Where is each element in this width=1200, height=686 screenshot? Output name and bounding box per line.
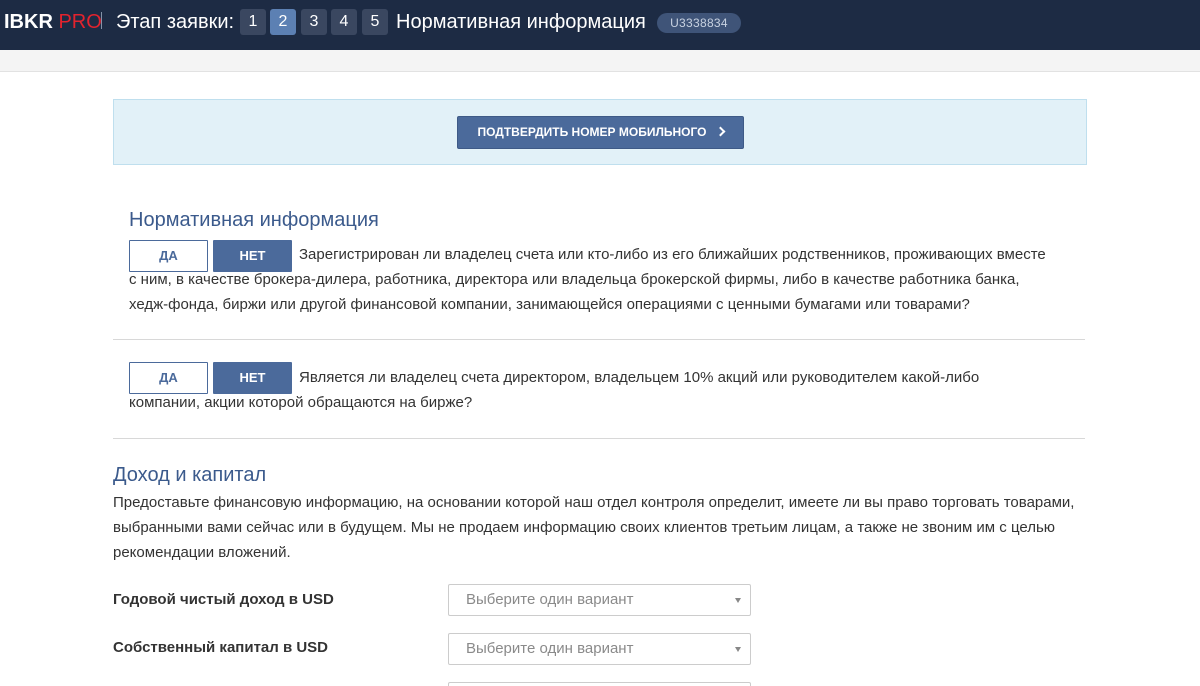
confirm-mobile-panel: ПОДТВЕРДИТЬ НОМЕР МОБИЛЬНОГО (113, 99, 1087, 165)
step-5-button[interactable]: 5 (362, 9, 388, 35)
income-section-title: Доход и капитал (113, 464, 267, 486)
dropdown-caret-icon (735, 598, 741, 603)
logo-main: IBKR (4, 11, 53, 33)
q1-question-text: Зарегистрирован ли владелец счета или кт… (129, 246, 1046, 313)
step-2-button[interactable]: 2 (270, 9, 296, 35)
net-worth-select[interactable]: Выберите один вариант (448, 633, 751, 665)
ibkr-logo[interactable]: IBKR PRO (4, 10, 102, 34)
next-field-select[interactable] (448, 682, 751, 686)
top-bar: IBKR PRO Этап заявки: 1 2 3 4 5 Норматив… (0, 0, 1200, 50)
regulatory-section-title: Нормативная информация (129, 209, 379, 231)
sub-bar (0, 50, 1200, 72)
divider (113, 438, 1085, 439)
q2-text-block: Является ли владелец счета директором, в… (129, 365, 1049, 415)
dropdown-caret-icon (735, 647, 741, 652)
divider (113, 339, 1085, 340)
account-id-badge: U3338834 (657, 13, 741, 33)
annual-income-label: Годовой чистый доход в USD (113, 591, 334, 608)
step-3-button[interactable]: 3 (301, 9, 327, 35)
annual-income-placeholder: Выберите один вариант (466, 591, 634, 608)
net-worth-placeholder: Выберите один вариант (466, 640, 634, 657)
header-separator (101, 12, 102, 29)
income-intro-text: Предоставьте финансовую информацию, на о… (113, 494, 1075, 561)
confirm-mobile-button[interactable]: ПОДТВЕРДИТЬ НОМЕР МОБИЛЬНОГО (457, 116, 744, 149)
q1-indent (129, 258, 299, 259)
logo-pro: PRO (58, 11, 102, 33)
page-title: Нормативная информация (396, 11, 646, 33)
step-4-button[interactable]: 4 (331, 9, 357, 35)
annual-income-select[interactable]: Выберите один вариант (448, 584, 751, 616)
q2-question-text: Является ли владелец счета директором, в… (129, 369, 980, 411)
q2-indent (129, 381, 299, 382)
stage-label: Этап заявки: (116, 11, 235, 33)
net-worth-label: Собственный капитал в USD (113, 639, 329, 656)
q1-text-block: Зарегистрирован ли владелец счета или кт… (129, 242, 1049, 317)
confirm-mobile-label: ПОДТВЕРДИТЬ НОМЕР МОБИЛЬНОГО (477, 125, 707, 139)
chevron-right-icon (715, 126, 725, 137)
step-1-button[interactable]: 1 (240, 9, 266, 35)
